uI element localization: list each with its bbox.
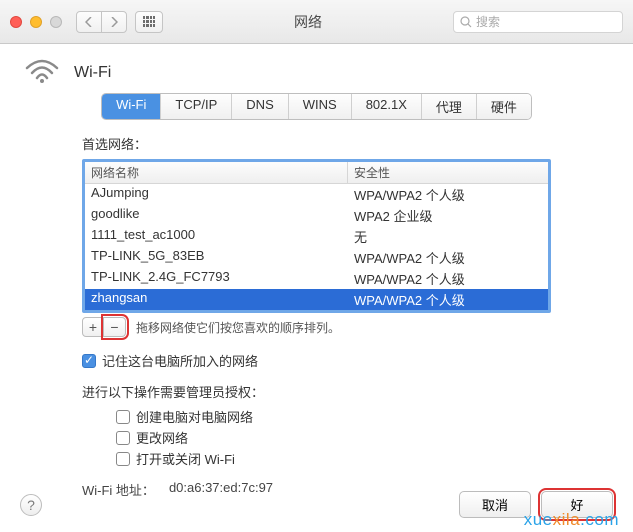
table-header: 网络名称 安全性 [85,162,548,184]
network-security: 无 [348,226,548,247]
remove-network-button[interactable]: − [104,317,126,337]
tab-[interactable]: 代理 [422,94,477,119]
network-row[interactable]: 1111_test_ac1000无 [85,226,548,247]
close-window-icon[interactable] [10,16,22,28]
network-name: zhangsan [85,289,348,310]
wifi-icon [24,58,60,87]
network-name: AJumping [85,184,348,205]
admin-auth-label: 进行以下操作需要管理员授权： [82,382,613,401]
admin-opt-checkbox[interactable] [116,452,130,466]
titlebar: 网络 搜索 [0,0,633,44]
window-title: 网络 [163,12,453,32]
show-all-button[interactable] [135,11,163,33]
network-row[interactable]: TP-LINK_2.4G_FC7793WPA/WPA2 个人级 [85,268,548,289]
remember-checkbox[interactable] [82,354,96,368]
admin-opt-label: 更改网络 [136,428,188,447]
network-security: WPA/WPA2 个人级 [348,184,548,205]
network-security: WPA/WPA2 个人级 [348,268,548,289]
network-name: TP-LINK_5G_83EB [85,247,348,268]
tab-wifi[interactable]: Wi-Fi [102,94,161,119]
tab-8021x[interactable]: 802.1X [352,94,422,119]
admin-opt-label: 打开或关闭 Wi-Fi [136,449,235,468]
zoom-window-icon [50,16,62,28]
tab-tcpip[interactable]: TCP/IP [161,94,232,119]
network-security: WPA/WPA2 个人级 [348,289,548,310]
admin-opt-checkbox[interactable] [116,431,130,445]
search-input[interactable]: 搜索 [453,11,623,33]
watermark: xuexila.com [524,510,619,530]
network-name: TP-LINK_2.4G_FC7793 [85,268,348,289]
network-name: 1111_test_ac1000 [85,226,348,247]
back-button[interactable] [76,11,102,33]
tab-dns[interactable]: DNS [232,94,288,119]
page-heading: Wi-Fi [74,64,111,82]
network-security: WPA/WPA2 个人级 [348,247,548,268]
preferred-networks-label: 首选网络： [82,134,613,153]
nav-buttons [76,11,127,33]
network-row[interactable]: zhangsanWPA/WPA2 个人级 [85,289,548,310]
network-row[interactable]: goodlikeWPA2 企业级 [85,205,548,226]
window-controls [10,16,62,28]
admin-opt-label: 创建电脑对电脑网络 [136,407,253,426]
tab-[interactable]: 硬件 [477,94,531,119]
col-security[interactable]: 安全性 [348,162,548,183]
add-network-button[interactable]: + [82,317,104,337]
admin-opt-checkbox[interactable] [116,410,130,424]
networks-table[interactable]: 网络名称 安全性 AJumpingWPA/WPA2 个人级goodlikeWPA… [82,159,551,313]
forward-button[interactable] [101,11,127,33]
network-security: WPA2 企业级 [348,205,548,226]
cancel-button[interactable]: 取消 [459,491,531,518]
minimize-window-icon[interactable] [30,16,42,28]
search-placeholder: 搜索 [476,13,500,30]
content-area: Wi-Fi Wi-FiTCP/IPDNSWINS802.1X代理硬件 首选网络：… [0,44,633,499]
drag-hint: 拖移网络使它们按您喜欢的顺序排列。 [136,319,340,336]
tab-wins[interactable]: WINS [289,94,352,119]
help-button[interactable]: ? [20,494,42,516]
tab-bar: Wi-FiTCP/IPDNSWINS802.1X代理硬件 [20,93,613,120]
network-name: goodlike [85,205,348,226]
network-row[interactable]: AJumpingWPA/WPA2 个人级 [85,184,548,205]
network-row[interactable]: TP-LINK_5G_83EBWPA/WPA2 个人级 [85,247,548,268]
remember-label: 记住这台电脑所加入的网络 [102,351,258,370]
col-network-name[interactable]: 网络名称 [85,162,348,183]
